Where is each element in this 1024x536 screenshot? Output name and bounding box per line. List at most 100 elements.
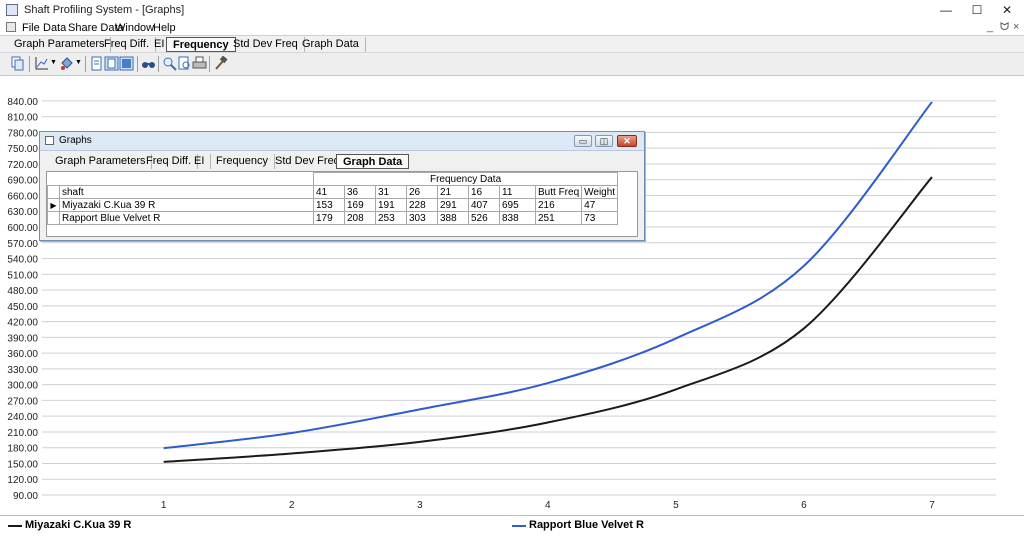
menu-help[interactable]: Help: [153, 22, 176, 34]
y-tick-label: 810.00: [7, 113, 38, 124]
title-bar: Shaft Profiling System - [Graphs] — ☐ ✕: [0, 0, 1024, 20]
y-tick-label: 330.00: [7, 365, 38, 376]
y-tick-label: 630.00: [7, 207, 38, 218]
mdi-close-button[interactable]: ×: [1013, 21, 1019, 33]
copy-icon[interactable]: [10, 56, 25, 71]
paint-dropdown-arrow-icon[interactable]: ▼: [75, 59, 82, 66]
print-icon[interactable]: [192, 56, 207, 71]
row-indicator-spacer: [48, 173, 60, 186]
column-header[interactable]: Butt Freq: [534, 185, 583, 199]
y-tick-label: 660.00: [7, 191, 38, 202]
page-icon[interactable]: [89, 56, 104, 71]
tab-frequency[interactable]: Frequency: [166, 37, 236, 52]
column-header[interactable]: 11: [499, 185, 536, 199]
legend-label-rapport: Rapport Blue Velvet R: [529, 519, 644, 531]
table-cell[interactable]: 216: [534, 198, 583, 212]
graphs-window[interactable]: Graphs ▭ ◫ ✕ Graph Parameters Freq Diff.…: [39, 131, 645, 241]
x-axis-ticks: 1 2 3 4 5 6 7: [161, 500, 935, 511]
graphs-tab-frequency[interactable]: Frequency: [210, 154, 275, 169]
menu-data[interactable]: Data: [43, 22, 66, 34]
table-cell[interactable]: 388: [437, 211, 469, 225]
table-cell[interactable]: 191: [375, 198, 407, 212]
y-tick-label: 360.00: [7, 349, 38, 360]
menu-bar: File Data Share Data Window Help _ ᗢ ×: [0, 20, 1024, 35]
y-tick-label: 780.00: [7, 128, 38, 139]
table-cell[interactable]: Miyazaki C.Kua 39 R: [59, 198, 314, 212]
mdi-minimize-button[interactable]: _: [987, 21, 993, 33]
table-cell[interactable]: 407: [468, 198, 500, 212]
table-cell[interactable]: 291: [437, 198, 469, 212]
column-header[interactable]: 16: [468, 185, 500, 199]
table-cell[interactable]: 169: [344, 198, 376, 212]
column-header[interactable]: 31: [375, 185, 407, 199]
table-cell[interactable]: 228: [406, 198, 438, 212]
toolbar-separator: [29, 56, 30, 72]
x-tick-label: 7: [929, 500, 935, 511]
mdi-child-icon[interactable]: [6, 22, 16, 32]
table-cell[interactable]: 303: [406, 211, 438, 225]
graphs-tab-ei[interactable]: EI: [188, 154, 212, 169]
graphs-window-titlebar[interactable]: Graphs ▭ ◫ ✕: [40, 132, 644, 151]
group-header-spacer: [60, 173, 314, 186]
column-header[interactable]: 36: [344, 185, 376, 199]
group-header-row: Frequency Data: [48, 172, 619, 186]
table-cell[interactable]: 838: [499, 211, 536, 225]
axis-icon[interactable]: [34, 56, 49, 71]
legend-label-miyazaki: Miyazaki C.Kua 39 R: [25, 519, 132, 531]
menu-file[interactable]: File: [22, 22, 40, 34]
table-cell[interactable]: 251: [534, 211, 583, 225]
table-cell[interactable]: 526: [468, 211, 500, 225]
graphs-close-button[interactable]: ✕: [617, 135, 637, 147]
column-header[interactable]: 21: [437, 185, 469, 199]
zoom-page-icon[interactable]: [177, 56, 192, 71]
table-cell[interactable]: 73: [581, 211, 619, 225]
menu-window[interactable]: Window: [115, 22, 154, 34]
table-cell[interactable]: 695: [499, 198, 536, 212]
graphs-tab-graph-parameters[interactable]: Graph Parameters: [49, 154, 153, 169]
table-cell[interactable]: 253: [375, 211, 407, 225]
table-row[interactable]: Rapport Blue Velvet R 179 208 253 303 38…: [47, 211, 619, 225]
table-row[interactable]: ▶ Miyazaki C.Kua 39 R 153 169 191 228 29…: [47, 198, 619, 212]
x-tick-label: 4: [545, 500, 551, 511]
graphs-tab-graph-data[interactable]: Graph Data: [336, 154, 410, 169]
tab-graph-data[interactable]: Graph Data: [296, 37, 366, 52]
y-tick-label: 390.00: [7, 333, 38, 344]
x-tick-label: 5: [673, 500, 679, 511]
table-cell[interactable]: 179: [313, 211, 345, 225]
chart-legend: Miyazaki C.Kua 39 R Rapport Blue Velvet …: [0, 515, 1024, 536]
y-tick-label: 450.00: [7, 302, 38, 313]
row-indicator-header: [47, 185, 60, 199]
binoculars-icon[interactable]: [141, 56, 156, 71]
minimize-button[interactable]: —: [929, 0, 963, 20]
toolbar-separator: [209, 56, 210, 72]
zoom-icon[interactable]: [162, 56, 177, 71]
row-selected-indicator-icon: ▶: [47, 198, 60, 212]
frequency-data-grid[interactable]: Frequency Data shaft 41 36 31 26 21 16 1…: [46, 171, 638, 237]
tab-graph-parameters[interactable]: Graph Parameters: [8, 37, 112, 52]
maximize-button[interactable]: ☐: [960, 0, 994, 20]
toolbar-separator: [85, 56, 86, 72]
x-tick-label: 1: [161, 500, 167, 511]
table-cell[interactable]: 47: [581, 198, 619, 212]
table-cell[interactable]: Rapport Blue Velvet R: [59, 211, 314, 225]
table-cell[interactable]: 153: [313, 198, 345, 212]
column-header[interactable]: 26: [406, 185, 438, 199]
graph-tabs: Graph Parameters Freq Diff. EI Frequency…: [0, 35, 1024, 53]
grid-icon[interactable]: [119, 56, 134, 71]
paint-icon[interactable]: [59, 56, 74, 71]
table-cell[interactable]: 208: [344, 211, 376, 225]
y-tick-label: 570.00: [7, 239, 38, 250]
axis-dropdown-arrow-icon[interactable]: ▼: [50, 59, 57, 66]
page-blue-icon[interactable]: [104, 56, 119, 71]
column-header[interactable]: Weight: [581, 185, 619, 199]
tab-std-dev-freq[interactable]: Std Dev Freq: [227, 37, 305, 52]
y-tick-label: 720.00: [7, 160, 38, 171]
column-header[interactable]: shaft: [59, 185, 314, 199]
y-tick-label: 840.00: [7, 97, 38, 108]
graphs-maximize-button[interactable]: ◫: [595, 135, 613, 147]
mdi-restore-button[interactable]: ᗢ: [1000, 21, 1009, 34]
column-header[interactable]: 41: [313, 185, 345, 199]
hammer-icon[interactable]: [213, 56, 228, 71]
graphs-minimize-button[interactable]: ▭: [574, 135, 592, 147]
close-button[interactable]: ✕: [990, 0, 1024, 20]
